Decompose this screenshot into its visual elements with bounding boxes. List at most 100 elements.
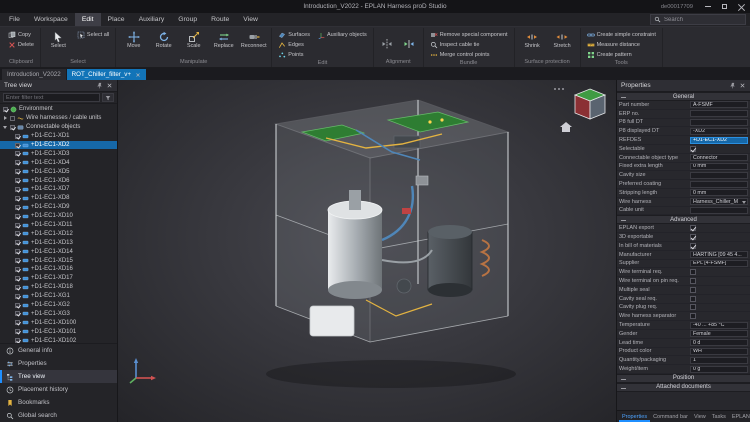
create-pattern-button[interactable]: Create pattern	[585, 50, 658, 59]
part-number-value[interactable]: A-FSMF	[690, 101, 748, 108]
refdes-value[interactable]: +D1-EC1-XD2	[690, 137, 748, 144]
delete-button[interactable]: Delete	[6, 40, 36, 49]
visibility-checkbox[interactable]	[15, 178, 20, 183]
tab-command-bar[interactable]: Command bar	[650, 411, 691, 422]
visibility-checkbox[interactable]	[15, 240, 20, 245]
tree-item-d1-ec1-xg1[interactable]: +D1-EC1-XG1	[0, 292, 117, 301]
tree-item-d1-ec1-xd14[interactable]: +D1-EC1-XD14	[0, 247, 117, 256]
stripping-length-value[interactable]: 0 mm	[690, 189, 748, 196]
p8-full-dt-value[interactable]	[690, 119, 748, 126]
filter-button[interactable]	[102, 93, 114, 102]
tree-item-d1-ec1-xd9[interactable]: +D1-EC1-XD9	[0, 203, 117, 212]
move-button[interactable]: Move	[120, 29, 147, 58]
tree-item-d1-ec1-xd100[interactable]: +D1-EC1-XD100	[0, 318, 117, 327]
create-simple-constraint-button[interactable]: Create simple constraint	[585, 30, 658, 39]
tab-properties[interactable]: Properties	[619, 411, 650, 422]
menu-tab-auxiliary[interactable]: Auxiliary	[132, 13, 172, 26]
sidebar-item-tree-view[interactable]: Tree view	[0, 370, 117, 383]
tree-item-d1-ec1-xd7[interactable]: +D1-EC1-XD7	[0, 185, 117, 194]
tab-eplan-import[interactable]: EPLAN import	[729, 411, 750, 422]
tree-item-d1-ec1-xd101[interactable]: +D1-EC1-XD101	[0, 327, 117, 336]
multiple-seal-checkbox[interactable]	[690, 287, 696, 293]
p8-displayed-dt-value[interactable]: -XD2	[690, 128, 748, 135]
document-tab-introduction-v2022[interactable]: Introduction_V2022	[2, 69, 66, 80]
chevron-right-icon[interactable]	[3, 116, 8, 121]
tree-item-d1-ec1-xd1[interactable]: +D1-EC1-XD1	[0, 132, 117, 141]
inspect-cable-tie-button[interactable]: Inspect cable tie	[428, 40, 510, 49]
sidebar-item-placement-history[interactable]: Placement history	[0, 383, 117, 396]
visibility-checkbox[interactable]	[15, 134, 20, 139]
visibility-checkbox[interactable]	[15, 303, 20, 308]
menu-tab-file[interactable]: File	[2, 13, 27, 26]
menu-tab-edit[interactable]: Edit	[75, 13, 101, 26]
chiller-3d-model[interactable]	[206, 90, 556, 406]
visibility-checkbox[interactable]	[15, 187, 20, 192]
merge-button[interactable]	[400, 29, 419, 58]
visibility-checkbox[interactable]	[15, 276, 20, 281]
home-view-button[interactable]	[560, 122, 572, 132]
visibility-checkbox[interactable]	[15, 329, 20, 334]
visibility-checkbox[interactable]	[15, 249, 20, 254]
sidebar-item-bookmarks[interactable]: Bookmarks	[0, 396, 117, 409]
viewport-overflow-icon[interactable]	[554, 88, 564, 90]
cavity-size-value[interactable]	[690, 172, 748, 179]
manufacturer-value[interactable]: HARTING [09 45 4...	[690, 251, 748, 258]
rotate-button[interactable]: Rotate	[150, 29, 177, 58]
visibility-checkbox[interactable]	[15, 151, 20, 156]
tree-item-d1-ec1-xd2[interactable]: +D1-EC1-XD2	[0, 141, 117, 150]
replace-button[interactable]: Replace	[210, 29, 237, 58]
visibility-checkbox[interactable]	[15, 338, 20, 343]
menu-tab-group[interactable]: Group	[171, 13, 204, 26]
selectable-checkbox[interactable]	[690, 146, 696, 152]
section-header-attached-documents[interactable]: Attached documents	[617, 383, 750, 392]
view-cube[interactable]	[572, 86, 608, 122]
visibility-checkbox[interactable]	[15, 223, 20, 228]
menu-tab-place[interactable]: Place	[101, 13, 132, 26]
sidebar-item-properties[interactable]: Properties	[0, 357, 117, 370]
tree-item-d1-ec1-xd18[interactable]: +D1-EC1-XD18	[0, 283, 117, 292]
tree-item-wire-harnesses-cable-units[interactable]: Wire harnesses / cable units	[0, 114, 117, 123]
points-button[interactable]: Points	[276, 50, 312, 59]
pin-icon[interactable]	[729, 82, 736, 89]
sidebar-item-general-info[interactable]: General info	[0, 344, 117, 357]
tab-view[interactable]: View	[691, 411, 709, 422]
tree-item-d1-ec1-xd10[interactable]: +D1-EC1-XD10	[0, 212, 117, 221]
search-input[interactable]	[664, 17, 742, 23]
wire-harness-value[interactable]: Harness_Chiller_M	[690, 198, 748, 205]
connectable-object-type-value[interactable]: Connector	[690, 154, 748, 161]
lead-time-value[interactable]: 0 d	[690, 339, 748, 346]
panel-close-icon[interactable]	[106, 82, 113, 89]
section-header-advanced[interactable]: Advanced	[617, 215, 750, 224]
3d-viewport[interactable]	[118, 80, 616, 422]
visibility-checkbox[interactable]	[15, 267, 20, 272]
visibility-checkbox[interactable]	[15, 143, 20, 148]
merge-control-points-button[interactable]: Merge control points	[428, 50, 510, 59]
stretch-button[interactable]: Stretch	[549, 29, 576, 58]
menu-tab-workspace[interactable]: Workspace	[27, 13, 75, 26]
wire-terminal-req-checkbox[interactable]	[690, 269, 696, 275]
tree-item-d1-ec1-xg3[interactable]: +D1-EC1-XG3	[0, 309, 117, 318]
3d-exportable-checkbox[interactable]	[690, 234, 696, 240]
scale-button[interactable]: Scale	[180, 29, 207, 58]
tree-item-d1-ec1-xg2[interactable]: +D1-EC1-XG2	[0, 301, 117, 310]
cavity-plug-req-checkbox[interactable]	[690, 304, 696, 310]
tree-item-d1-ec1-xd102[interactable]: +D1-EC1-XD102	[0, 336, 117, 343]
tree-filter-input[interactable]	[3, 93, 100, 102]
maximize-button[interactable]	[716, 0, 733, 13]
fixed-extra-length-value[interactable]: 0 mm	[690, 163, 748, 170]
visibility-checkbox[interactable]	[15, 231, 20, 236]
reconnect-button[interactable]: Reconnect	[240, 29, 267, 58]
in-bill-of-materials-checkbox[interactable]	[690, 243, 696, 249]
visibility-checkbox[interactable]	[15, 294, 20, 299]
visibility-checkbox[interactable]	[15, 320, 20, 325]
chevron-down-icon[interactable]	[3, 125, 8, 130]
tree-item-d1-ec1-xd16[interactable]: +D1-EC1-XD16	[0, 265, 117, 274]
tree-item-d1-ec1-xd17[interactable]: +D1-EC1-XD17	[0, 274, 117, 283]
shrink-button[interactable]: Shrink	[519, 29, 546, 58]
tree-item-d1-ec1-xd8[interactable]: +D1-EC1-XD8	[0, 194, 117, 203]
visibility-checkbox[interactable]	[15, 205, 20, 210]
erp-no-value[interactable]	[690, 110, 748, 117]
tree-item-d1-ec1-xd5[interactable]: +D1-EC1-XD5	[0, 167, 117, 176]
tree-item-d1-ec1-xd4[interactable]: +D1-EC1-XD4	[0, 158, 117, 167]
split-button[interactable]	[378, 29, 397, 58]
